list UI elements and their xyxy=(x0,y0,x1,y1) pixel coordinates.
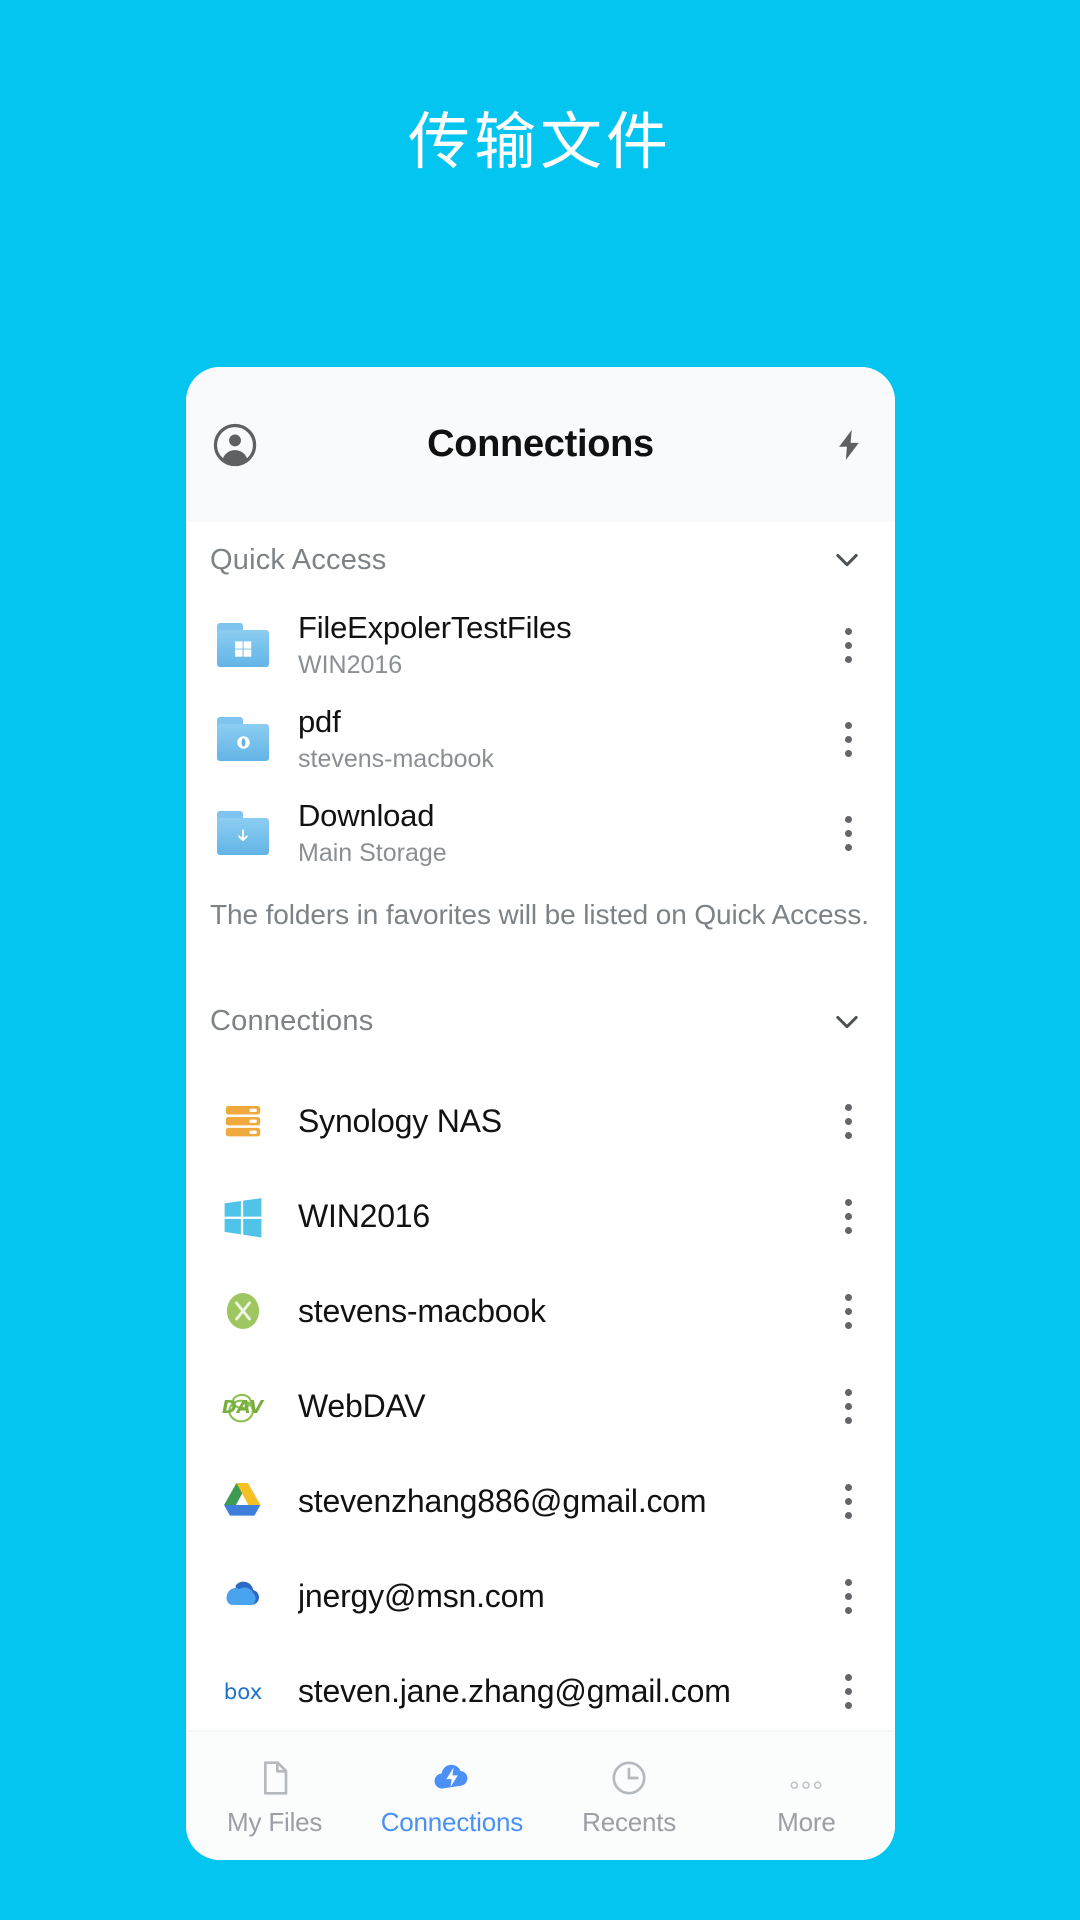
connection-item[interactable]: box steven.jane.zhang@gmail.com xyxy=(186,1644,895,1732)
document-icon xyxy=(255,1754,295,1798)
connection-item[interactable]: DAV WebDAV xyxy=(186,1359,895,1454)
item-title: stevenzhang886@gmail.com xyxy=(298,1482,707,1519)
kebab-menu-icon[interactable] xyxy=(825,1661,871,1721)
account-circle-icon[interactable] xyxy=(212,422,258,468)
item-title: stevens-macbook xyxy=(298,1292,546,1329)
folder-mac-icon xyxy=(214,710,272,768)
chevron-down-icon[interactable] xyxy=(825,1000,869,1044)
nav-tab-connections[interactable]: Connections xyxy=(363,1732,540,1860)
google-drive-icon xyxy=(214,1472,272,1530)
kebab-menu-icon[interactable] xyxy=(825,709,871,769)
quick-access-item-text: Download Main Storage xyxy=(298,798,813,868)
item-title: Download xyxy=(298,798,435,833)
item-title: WebDAV xyxy=(298,1387,426,1424)
connection-item-text: jnergy@msn.com xyxy=(298,1578,813,1615)
webdav-icon: DAV xyxy=(214,1377,272,1435)
kebab-menu-icon[interactable] xyxy=(825,1091,871,1151)
nav-label-my-files: My Files xyxy=(227,1807,323,1837)
kebab-menu-icon[interactable] xyxy=(825,1376,871,1436)
nav-label-connections: Connections xyxy=(380,1807,524,1837)
connection-item[interactable]: WIN2016 xyxy=(186,1169,895,1264)
app-header: Connections xyxy=(186,367,895,522)
clock-icon xyxy=(609,1754,649,1798)
section-label-connections: Connections xyxy=(210,1005,374,1038)
kebab-menu-icon[interactable] xyxy=(825,1186,871,1246)
item-title: FileExpolerTestFiles xyxy=(298,610,572,645)
nav-tab-recents[interactable]: Recents xyxy=(541,1732,718,1860)
page-heading: Connections xyxy=(427,423,654,465)
quick-access-item[interactable]: pdf stevens-macbook xyxy=(186,692,895,786)
item-title: jnergy@msn.com xyxy=(298,1577,545,1614)
section-header-connections[interactable]: Connections xyxy=(186,984,895,1060)
connection-item-text: steven.jane.zhang@gmail.com xyxy=(298,1673,813,1710)
synology-nas-icon xyxy=(214,1092,272,1150)
connection-item-text: stevens-macbook xyxy=(298,1293,813,1330)
svg-text:DAV: DAV xyxy=(222,1397,264,1418)
quick-access-item[interactable]: Download Main Storage xyxy=(186,786,895,880)
quick-access-item-text: pdf stevens-macbook xyxy=(298,704,813,774)
quick-access-item-text: FileExpolerTestFiles WIN2016 xyxy=(298,610,813,680)
phone-screen-card: Connections Quick Access FileExpolerTest… xyxy=(186,367,895,1860)
quick-access-hint: The folders in favorites will be listed … xyxy=(210,899,869,930)
connections-list[interactable]: Quick Access FileExpolerTestFiles WIN201… xyxy=(186,522,895,1732)
item-title: WIN2016 xyxy=(298,1197,430,1234)
folder-download-icon xyxy=(214,804,272,862)
connection-item[interactable]: stevens-macbook xyxy=(186,1264,895,1359)
page-title: 传输文件 xyxy=(407,105,672,178)
item-subtitle: stevens-macbook xyxy=(298,745,494,773)
item-title: steven.jane.zhang@gmail.com xyxy=(298,1672,731,1709)
item-title: Synology NAS xyxy=(298,1102,502,1139)
chevron-down-icon[interactable] xyxy=(825,538,869,582)
connection-item[interactable]: stevenzhang886@gmail.com xyxy=(186,1454,895,1549)
folder-windows-icon xyxy=(214,616,272,674)
connection-item[interactable]: jnergy@msn.com xyxy=(186,1549,895,1644)
connection-item[interactable]: Synology NAS xyxy=(186,1074,895,1169)
box-icon: box xyxy=(214,1662,272,1720)
connection-item-text: Synology NAS xyxy=(298,1103,813,1140)
item-title: pdf xyxy=(298,704,341,739)
item-subtitle: Main Storage xyxy=(298,839,447,867)
more-dots-icon xyxy=(785,1754,827,1798)
svg-text:box: box xyxy=(224,1680,263,1705)
kebab-menu-icon[interactable] xyxy=(825,615,871,675)
kebab-menu-icon[interactable] xyxy=(825,1471,871,1531)
mac-finder-icon xyxy=(214,1282,272,1340)
lightning-bolt-icon[interactable] xyxy=(829,422,869,468)
connection-item-text: WebDAV xyxy=(298,1388,813,1425)
nav-tab-more[interactable]: More xyxy=(718,1732,895,1860)
onedrive-icon xyxy=(214,1567,272,1625)
kebab-menu-icon[interactable] xyxy=(825,803,871,863)
connection-item-text: stevenzhang886@gmail.com xyxy=(298,1483,813,1520)
section-label-quick-access: Quick Access xyxy=(210,543,387,576)
windows-icon xyxy=(214,1187,272,1245)
nav-label-recents: Recents xyxy=(582,1807,677,1837)
nav-label-more: More xyxy=(777,1807,836,1837)
item-subtitle: WIN2016 xyxy=(298,651,403,679)
cloud-lightning-icon xyxy=(431,1754,473,1798)
connection-item-text: WIN2016 xyxy=(298,1198,813,1235)
kebab-menu-icon[interactable] xyxy=(825,1281,871,1341)
kebab-menu-icon[interactable] xyxy=(825,1566,871,1626)
quick-access-item[interactable]: FileExpolerTestFiles WIN2016 xyxy=(186,598,895,692)
nav-tab-my-files[interactable]: My Files xyxy=(186,1732,363,1860)
bottom-navigation-bar: My Files Connections Recents More xyxy=(186,1732,895,1860)
section-header-quick-access[interactable]: Quick Access xyxy=(186,522,895,598)
